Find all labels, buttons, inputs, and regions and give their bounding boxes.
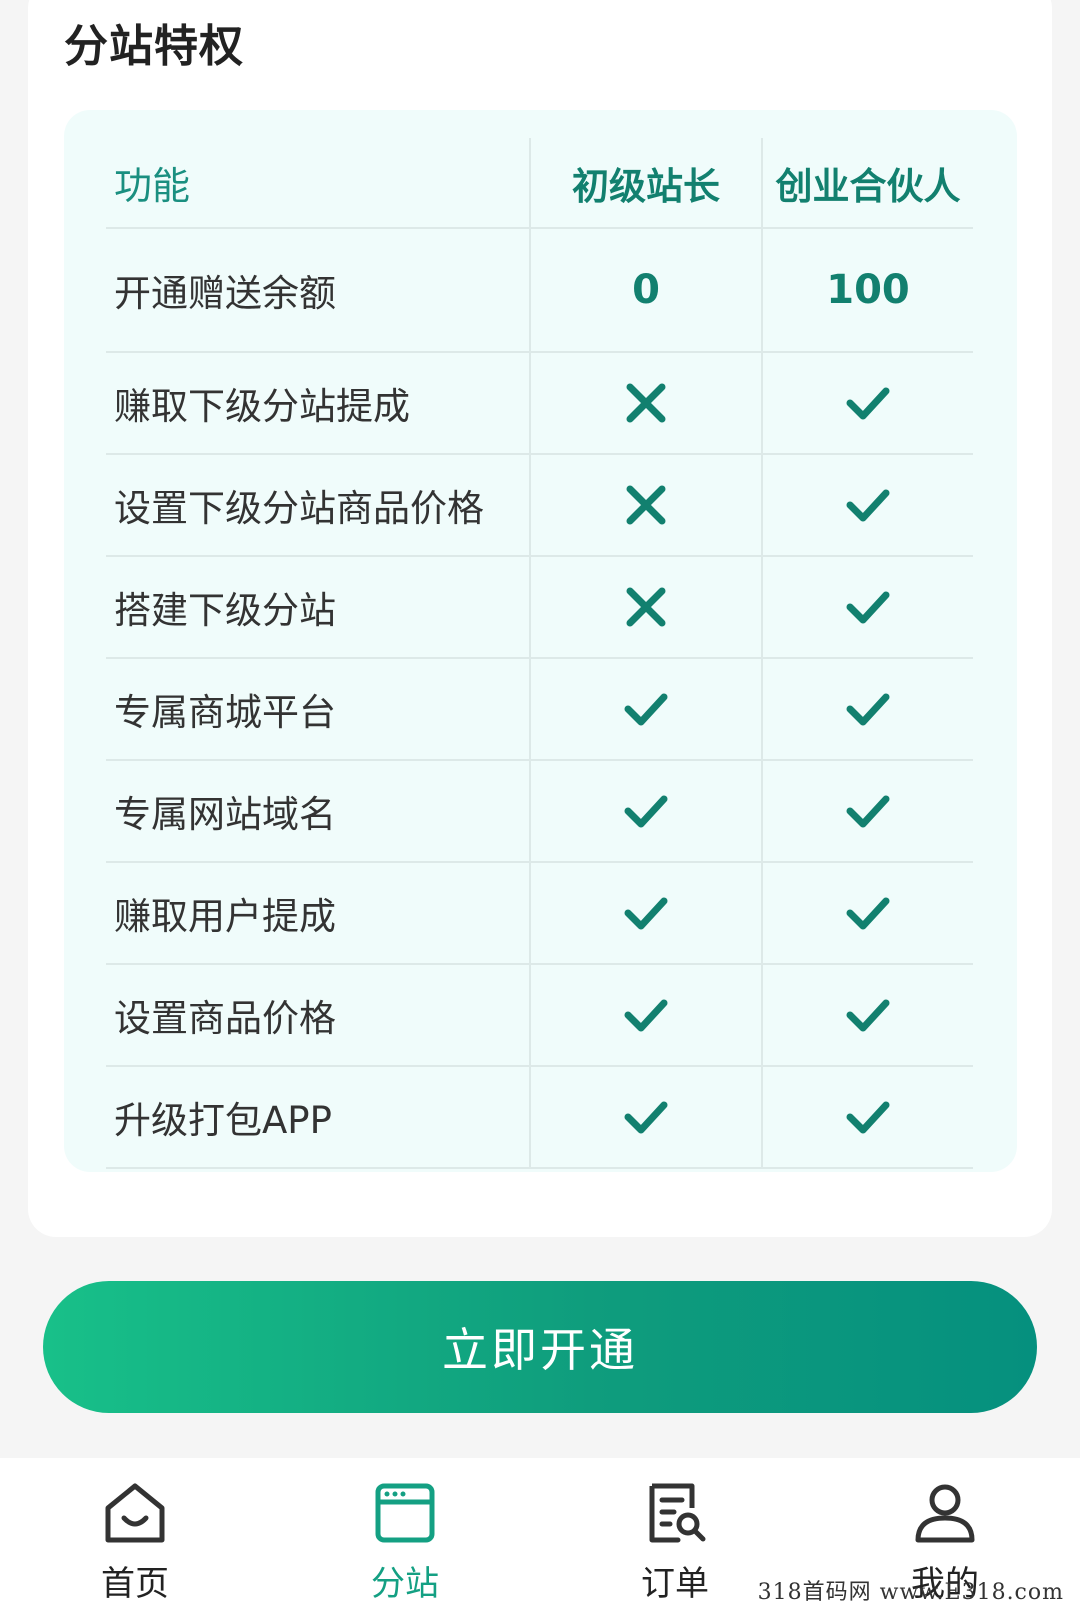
table-row: 设置商品价格 xyxy=(106,965,973,1067)
check-icon xyxy=(846,1101,890,1134)
check-icon xyxy=(846,489,890,522)
user-icon xyxy=(915,1484,975,1543)
junior-cell: 0 xyxy=(531,229,763,351)
partner-cell xyxy=(763,557,973,657)
feature-label: 设置商品价格 xyxy=(106,965,531,1065)
cross-icon xyxy=(626,383,666,423)
table-row: 设置下级分站商品价格 xyxy=(106,455,973,557)
feature-label: 升级打包APP xyxy=(106,1067,531,1167)
junior-cell xyxy=(531,863,763,963)
partner-cell xyxy=(763,455,973,555)
table-row: 搭建下级分站 xyxy=(106,557,973,659)
table-row: 赚取用户提成 xyxy=(106,863,973,965)
feature-label: 开通赠送余额 xyxy=(106,229,531,351)
partner-cell xyxy=(763,965,973,1065)
junior-cell xyxy=(531,455,763,555)
partner-cell xyxy=(763,863,973,963)
junior-cell xyxy=(531,965,763,1065)
check-icon xyxy=(846,999,890,1032)
check-icon xyxy=(624,693,668,726)
nav-item-home[interactable]: 首页 xyxy=(0,1458,270,1610)
junior-cell xyxy=(531,761,763,861)
table-row: 赚取下级分站提成 xyxy=(106,353,973,455)
partner-value: 100 xyxy=(826,267,910,313)
feature-label: 赚取下级分站提成 xyxy=(106,353,531,453)
check-icon xyxy=(624,897,668,930)
comparison-table: 功能 初级站长 创业合伙人 开通赠送余额 0 100 赚取下级分站提成 设置下级分站商品… xyxy=(106,138,973,1169)
partner-cell xyxy=(763,659,973,759)
nav-label-home: 首页 xyxy=(101,1564,169,1604)
check-icon xyxy=(624,795,668,828)
check-icon xyxy=(846,795,890,828)
junior-cell xyxy=(531,353,763,453)
partner-cell xyxy=(763,1067,973,1167)
table-row: 升级打包APP xyxy=(106,1067,973,1169)
home-icon xyxy=(105,1483,165,1543)
cross-icon xyxy=(626,587,666,627)
feature-label: 搭建下级分站 xyxy=(106,557,531,657)
cross-icon xyxy=(626,485,666,525)
header-junior: 初级站长 xyxy=(531,138,763,227)
check-icon xyxy=(624,999,668,1032)
section-title: 分站特权 xyxy=(64,21,244,72)
feature-label: 赚取用户提成 xyxy=(106,863,531,963)
table-row: 专属商城平台 xyxy=(106,659,973,761)
browser-window-icon xyxy=(375,1483,435,1543)
header-feature: 功能 xyxy=(106,138,531,227)
nav-label-substation: 分站 xyxy=(371,1564,439,1604)
table-header-row: 功能 初级站长 创业合伙人 xyxy=(106,138,973,229)
order-search-icon xyxy=(649,1483,706,1543)
junior-cell xyxy=(531,659,763,759)
activate-now-button[interactable]: 立即开通 xyxy=(43,1281,1037,1413)
partner-cell xyxy=(763,353,973,453)
table-row: 开通赠送余额 0 100 xyxy=(106,229,973,353)
junior-cell xyxy=(531,557,763,657)
partner-cell xyxy=(763,761,973,861)
check-icon xyxy=(846,591,890,624)
table-row: 专属网站域名 xyxy=(106,761,973,863)
feature-label: 设置下级分站商品价格 xyxy=(106,455,531,555)
feature-label: 专属商城平台 xyxy=(106,659,531,759)
table-body: 开通赠送余额 0 100 赚取下级分站提成 设置下级分站商品价格 搭建下级分站 专属商城平台… xyxy=(106,229,973,1169)
junior-cell xyxy=(531,1067,763,1167)
check-icon xyxy=(846,387,890,420)
check-icon xyxy=(846,897,890,930)
partner-cell: 100 xyxy=(763,229,973,351)
watermark: 318首码网 www.E318.com xyxy=(757,1580,1064,1605)
nav-label-orders: 订单 xyxy=(641,1564,709,1604)
junior-value: 0 xyxy=(632,267,660,313)
nav-item-substation[interactable]: 分站 xyxy=(270,1458,540,1610)
check-icon xyxy=(846,693,890,726)
header-partner: 创业合伙人 xyxy=(775,164,961,208)
feature-label: 专属网站域名 xyxy=(106,761,531,861)
check-icon xyxy=(624,1101,668,1134)
